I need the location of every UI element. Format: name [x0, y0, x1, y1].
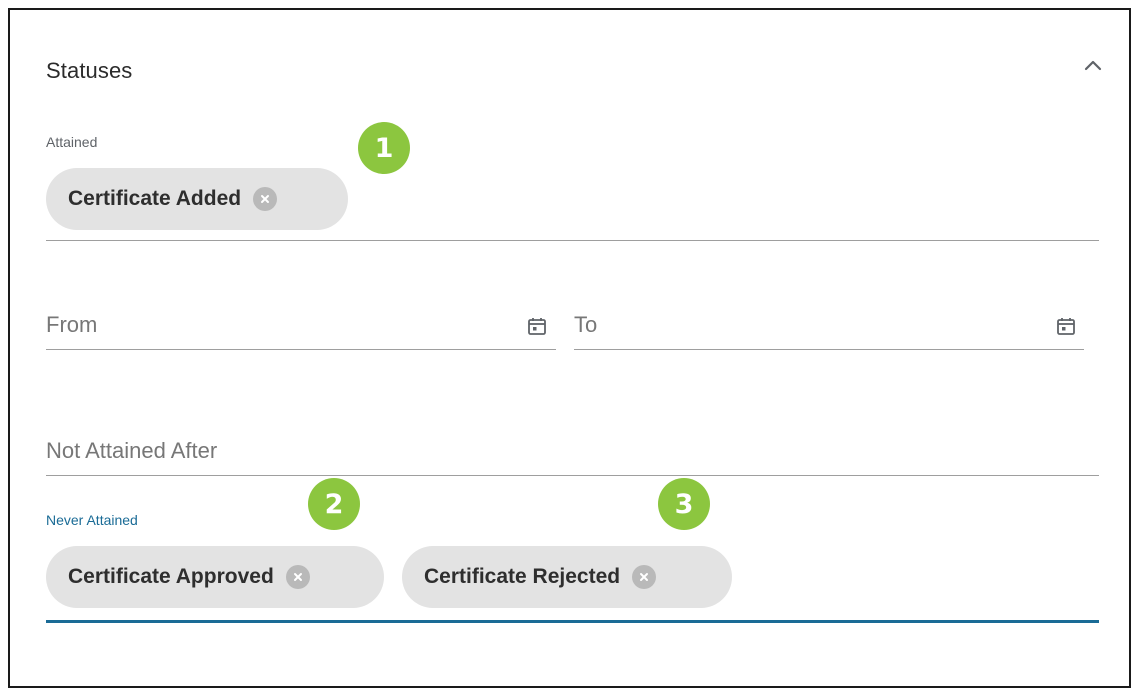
calendar-icon[interactable]	[527, 316, 547, 336]
callout-marker-3: 3	[658, 478, 710, 530]
chip-label: Certificate Rejected	[424, 565, 621, 588]
collapse-button[interactable]	[1080, 54, 1106, 76]
to-underline	[574, 349, 1084, 350]
not-attained-after-underline	[46, 475, 1099, 476]
never-attained-chip-certificate-rejected[interactable]: Certificate Rejected	[402, 546, 732, 608]
never-attained-chip-certificate-approved[interactable]: Certificate Approved	[46, 546, 384, 608]
callout-marker-1: 1	[358, 122, 410, 174]
from-date-input[interactable]: From	[46, 312, 97, 338]
close-circle-icon[interactable]	[285, 565, 310, 589]
never-attained-label: Never Attained	[46, 512, 138, 528]
close-circle-icon[interactable]	[253, 187, 278, 211]
panel-title: Statuses	[46, 58, 133, 83]
chevron-up-icon	[1084, 60, 1102, 71]
never-attained-underline	[46, 620, 1099, 623]
attained-underline	[46, 240, 1099, 241]
chip-label: Certificate Approved	[68, 565, 274, 588]
chip-label: Certificate Added	[68, 187, 242, 210]
close-circle-icon[interactable]	[632, 565, 657, 589]
to-date-input[interactable]: To	[574, 312, 597, 338]
calendar-icon[interactable]	[1056, 316, 1076, 336]
not-attained-after-input[interactable]: Not Attained After	[46, 438, 217, 464]
attained-chip-certificate-added[interactable]: Certificate Added	[46, 168, 348, 230]
callout-marker-2: 2	[308, 478, 360, 530]
attained-label: Attained	[46, 134, 98, 150]
from-underline	[46, 349, 556, 350]
